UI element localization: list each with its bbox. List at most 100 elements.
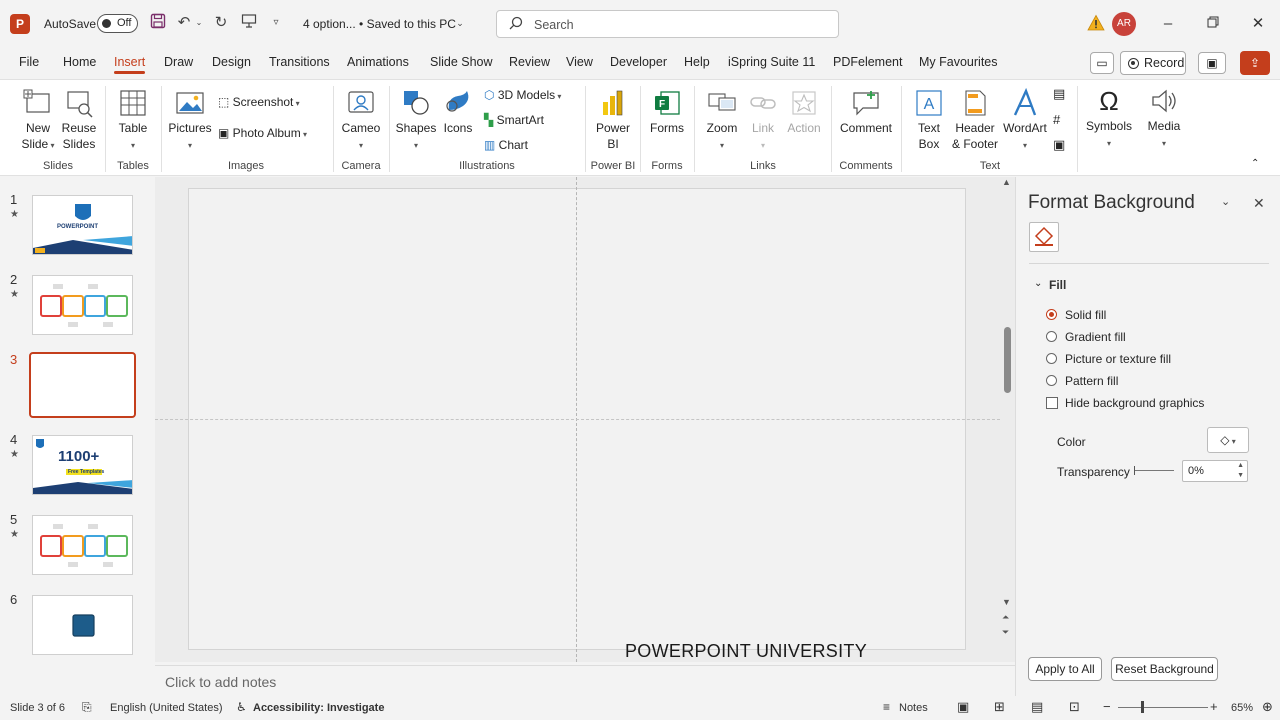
tab-insert[interactable]: Insert bbox=[114, 55, 146, 74]
scroll-down-icon[interactable]: ▼ bbox=[1002, 597, 1011, 607]
apply-to-all-button[interactable]: Apply to All bbox=[1028, 657, 1102, 681]
radio[interactable] bbox=[1046, 353, 1057, 364]
chart-button[interactable]: ▥ Chart bbox=[484, 138, 528, 152]
slide-sorter-icon[interactable]: ⊞ bbox=[994, 699, 1005, 715]
slide-thumbnail-5[interactable] bbox=[32, 515, 133, 575]
tab-home[interactable]: Home bbox=[63, 55, 96, 69]
vertical-scrollbar[interactable]: ▲ ▼ ⏶ ⏷ bbox=[1001, 177, 1015, 662]
slide-thumbnail-2[interactable] bbox=[32, 275, 133, 335]
radio-selected[interactable] bbox=[1046, 309, 1057, 320]
autosave-toggle[interactable]: Off bbox=[97, 14, 138, 33]
object-icon[interactable]: ▣ bbox=[1053, 137, 1065, 153]
present-icon[interactable]: ▣ bbox=[1198, 52, 1226, 74]
horizontal-guide[interactable] bbox=[155, 419, 1000, 420]
fill-collapse-icon[interactable]: ⌄ bbox=[1034, 278, 1042, 289]
language-status[interactable]: English (United States) bbox=[110, 702, 223, 714]
save-icon[interactable] bbox=[148, 13, 168, 33]
comments-icon[interactable]: ▭ bbox=[1090, 52, 1114, 74]
collapse-ribbon-icon[interactable]: ⌃ bbox=[1251, 158, 1259, 169]
share-icon[interactable]: ⇪ bbox=[1240, 51, 1270, 75]
icons-button[interactable]: Icons bbox=[440, 88, 476, 136]
record-button[interactable]: Record bbox=[1120, 51, 1186, 75]
reading-view-icon[interactable]: ▤ bbox=[1031, 699, 1043, 715]
slide-thumbnail-3[interactable] bbox=[29, 352, 136, 418]
radio[interactable] bbox=[1046, 375, 1057, 386]
slide-show-icon[interactable]: ⊡ bbox=[1069, 699, 1080, 715]
symbols-button[interactable]: Ω Symbols ▾ bbox=[1085, 86, 1133, 152]
next-slide-icon[interactable]: ⏷ bbox=[1002, 627, 1009, 638]
zoom-slider-thumb[interactable] bbox=[1141, 701, 1144, 713]
slide-thumbnail-6[interactable] bbox=[32, 595, 133, 655]
color-picker-button[interactable]: ◇ ▾ bbox=[1207, 427, 1249, 453]
forms-button[interactable]: F Forms bbox=[646, 88, 688, 136]
zoom-in-icon[interactable]: + bbox=[1210, 699, 1218, 714]
reuse-slides-button[interactable]: Reuse Slides bbox=[58, 88, 100, 152]
photo-album-button[interactable]: ▣ Photo Album ▾ bbox=[218, 126, 307, 140]
spinner-icon[interactable]: ▲ ▼ bbox=[1237, 461, 1244, 481]
customize-qat-icon[interactable]: ▿ bbox=[266, 13, 286, 33]
comment-button[interactable]: Comment bbox=[838, 88, 894, 136]
media-button[interactable]: Media ▾ bbox=[1142, 86, 1186, 152]
cameo-button[interactable]: Cameo ▾ bbox=[340, 88, 382, 154]
screenshot-button[interactable]: ⬚ Screenshot ▾ bbox=[218, 95, 300, 109]
accessibility-status[interactable]: Accessibility: Investigate bbox=[253, 702, 384, 714]
restore-icon[interactable] bbox=[1201, 12, 1225, 36]
date-time-icon[interactable]: ▤ bbox=[1053, 86, 1065, 102]
search-box[interactable]: Search bbox=[496, 10, 839, 38]
checkbox[interactable] bbox=[1046, 397, 1058, 409]
new-slide-button[interactable]: New Slide ▾ bbox=[16, 88, 60, 154]
tab-animations[interactable]: Animations bbox=[347, 55, 409, 69]
action-button[interactable]: Action bbox=[784, 88, 824, 136]
notes-area[interactable]: Click to add notes bbox=[155, 665, 1015, 696]
zoom-slider[interactable] bbox=[1118, 707, 1208, 708]
warning-icon[interactable] bbox=[1087, 14, 1105, 32]
power-bi-button[interactable]: Power BI bbox=[592, 88, 634, 152]
transparency-input[interactable]: 0% ▲ ▼ bbox=[1182, 460, 1248, 482]
3d-models-button[interactable]: ⬡ 3D Models ▾ bbox=[484, 88, 561, 102]
zoom-out-icon[interactable]: − bbox=[1103, 699, 1111, 714]
slide-thumbnail-1[interactable]: POWERPOINT bbox=[32, 195, 133, 255]
previous-slide-icon[interactable]: ⏶ bbox=[1002, 612, 1009, 623]
avatar[interactable]: AR bbox=[1112, 12, 1136, 36]
radio[interactable] bbox=[1046, 331, 1057, 342]
tab-file[interactable]: File bbox=[19, 55, 39, 69]
tab-transitions[interactable]: Transitions bbox=[269, 55, 330, 69]
tab-ispring[interactable]: iSpring Suite 11 bbox=[728, 55, 815, 69]
normal-view-icon[interactable]: ▣ bbox=[957, 699, 969, 715]
tab-help[interactable]: Help bbox=[684, 55, 710, 69]
close-icon[interactable]: ✕ bbox=[1246, 12, 1270, 36]
tab-draw[interactable]: Draw bbox=[164, 55, 193, 69]
scrollbar-thumb[interactable] bbox=[1004, 327, 1011, 393]
tab-developer[interactable]: Developer bbox=[610, 55, 667, 69]
fill-tab[interactable] bbox=[1029, 222, 1059, 252]
document-title[interactable]: 4 option... • Saved to this PC bbox=[303, 17, 456, 31]
wordart-button[interactable]: WordArt ▾ bbox=[1002, 88, 1048, 154]
tab-my-favourites[interactable]: My Favourites bbox=[919, 55, 998, 69]
shapes-button[interactable]: Shapes ▾ bbox=[395, 88, 437, 154]
tab-design[interactable]: Design bbox=[212, 55, 251, 69]
undo-icon[interactable]: ↶ bbox=[174, 13, 194, 33]
present-from-beginning-icon[interactable] bbox=[239, 13, 259, 33]
scroll-up-icon[interactable]: ▲ bbox=[1002, 177, 1011, 187]
zoom-level[interactable]: 65% bbox=[1231, 702, 1253, 714]
slide-thumbnail-4[interactable]: 1100+ Free Templates bbox=[32, 435, 133, 495]
redo-icon[interactable]: ↻ bbox=[211, 13, 231, 33]
undo-dropdown-icon[interactable]: ⌄ bbox=[193, 13, 205, 33]
zoom-button[interactable]: Zoom ▾ bbox=[701, 88, 743, 154]
tab-review[interactable]: Review bbox=[509, 55, 550, 69]
reset-background-button[interactable]: Reset Background bbox=[1111, 657, 1218, 681]
pane-options-chevron-icon[interactable]: ⌄ bbox=[1221, 195, 1230, 208]
table-button[interactable]: Table ▾ bbox=[112, 88, 154, 154]
fit-to-window-icon[interactable]: ⊕ bbox=[1262, 699, 1273, 715]
text-box-button[interactable]: A Text Box bbox=[909, 88, 949, 152]
smartart-button[interactable]: ▚ SmartArt bbox=[484, 113, 544, 127]
pane-close-icon[interactable]: ✕ bbox=[1253, 195, 1265, 212]
slide-number-icon[interactable]: # bbox=[1053, 112, 1060, 127]
notes-button[interactable]: Notes bbox=[899, 702, 928, 714]
tab-slide-show[interactable]: Slide Show bbox=[430, 55, 493, 69]
pictures-button[interactable]: Pictures ▾ bbox=[167, 88, 213, 154]
minimize-icon[interactable]: – bbox=[1156, 12, 1180, 36]
tab-view[interactable]: View bbox=[566, 55, 593, 69]
spelling-icon[interactable]: ⎘ bbox=[82, 700, 92, 715]
doc-title-chevron-icon[interactable]: ⌄ bbox=[450, 13, 470, 33]
